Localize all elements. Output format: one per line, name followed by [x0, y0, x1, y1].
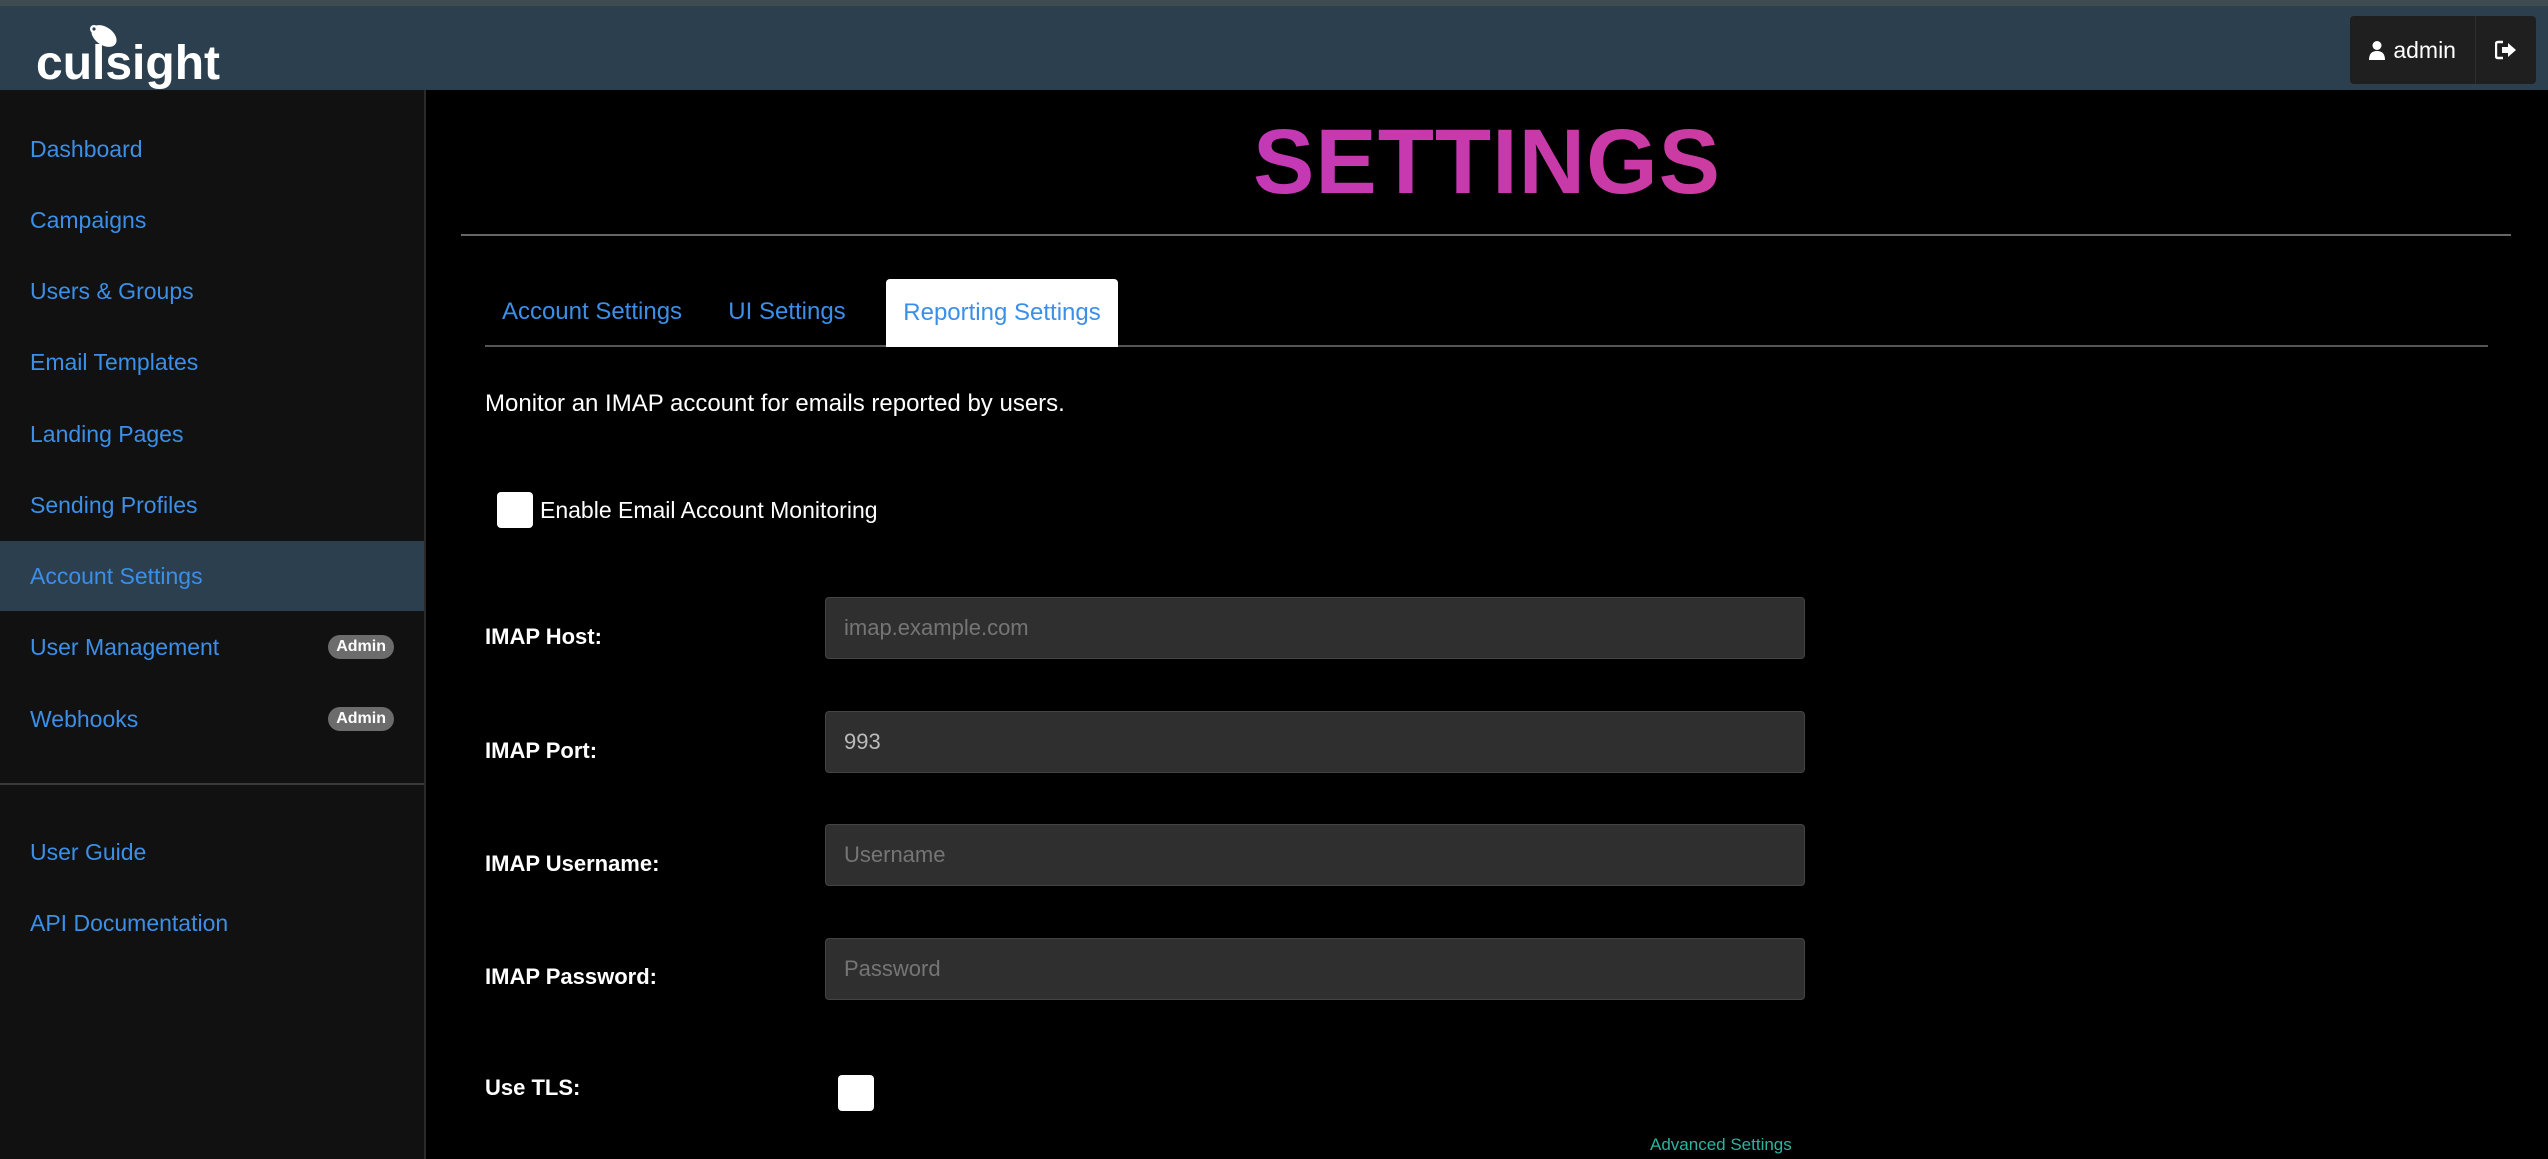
sidebar-item-label: Users & Groups: [30, 277, 194, 304]
sidebar: Dashboard Campaigns Users & Groups Email…: [0, 90, 426, 1159]
user-label: admin: [2393, 36, 2456, 63]
sidebar-item-api-documentation[interactable]: API Documentation: [0, 888, 424, 958]
imap-password-label: IMAP Password:: [485, 964, 657, 989]
user-menu: admin: [2350, 16, 2536, 84]
main-content: SETTINGS Account Settings UI Settings Re…: [426, 90, 2548, 1159]
page-title: SETTINGS: [426, 110, 2548, 215]
sidebar-item-sending-profiles[interactable]: Sending Profiles: [0, 470, 424, 540]
sidebar-item-label: User Management: [30, 633, 220, 660]
sidebar-item-label: Email Templates: [30, 348, 199, 375]
sidebar-item-label: User Guide: [30, 838, 147, 865]
advanced-settings-link[interactable]: Advanced Settings: [1650, 1135, 1792, 1155]
imap-host-label: IMAP Host:: [485, 624, 602, 649]
user-icon: [2369, 41, 2386, 60]
sidebar-item-label: Sending Profiles: [30, 491, 198, 518]
sign-out-icon: [2495, 40, 2517, 60]
sidebar-item-campaigns[interactable]: Campaigns: [0, 185, 424, 255]
sidebar-item-account-settings[interactable]: Account Settings: [0, 541, 424, 611]
sidebar-item-user-guide[interactable]: User Guide: [0, 817, 424, 887]
imap-host-input[interactable]: [825, 597, 1805, 659]
logo[interactable]: culsight: [36, 18, 220, 88]
sidebar-item-label: API Documentation: [30, 909, 229, 936]
sidebar-item-landing-pages[interactable]: Landing Pages: [0, 399, 424, 469]
logo-fish-icon: [90, 25, 117, 47]
sidebar-item-label: Webhooks: [30, 705, 139, 732]
tab-ui-settings[interactable]: UI Settings: [699, 279, 875, 345]
enable-monitoring-checkbox[interactable]: [497, 492, 533, 528]
sidebar-item-label: Account Settings: [30, 562, 203, 589]
user-button[interactable]: admin: [2350, 16, 2475, 84]
sidebar-item-label: Campaigns: [30, 206, 147, 233]
sidebar-item-dashboard[interactable]: Dashboard: [0, 114, 424, 184]
navbar: culsight admin: [0, 6, 2548, 90]
sidebar-item-user-management[interactable]: User Management Admin: [0, 612, 424, 682]
imap-port-input[interactable]: 993: [825, 711, 1805, 773]
imap-password-input[interactable]: [825, 938, 1805, 1000]
sidebar-item-users-groups[interactable]: Users & Groups: [0, 256, 424, 326]
settings-tabs: Account Settings UI Settings Reporting S…: [485, 279, 2488, 347]
sidebar-divider: [0, 783, 424, 785]
enable-monitoring-label: Enable Email Account Monitoring: [540, 497, 878, 523]
tab-reporting-settings[interactable]: Reporting Settings: [886, 279, 1118, 347]
use-tls-checkbox[interactable]: [838, 1075, 874, 1111]
imap-username-label: IMAP Username:: [485, 851, 660, 876]
sidebar-item-email-templates[interactable]: Email Templates: [0, 327, 424, 397]
sidebar-item-label: Dashboard: [30, 135, 143, 162]
logout-button[interactable]: [2475, 16, 2536, 84]
sidebar-item-label: Landing Pages: [30, 420, 184, 447]
imap-username-input[interactable]: [825, 824, 1805, 886]
imap-port-label: IMAP Port:: [485, 738, 598, 763]
use-tls-label: Use TLS:: [485, 1075, 581, 1100]
admin-badge: Admin: [328, 635, 394, 659]
title-divider: [461, 234, 2511, 236]
admin-badge: Admin: [328, 707, 394, 731]
section-description: Monitor an IMAP account for emails repor…: [485, 390, 1065, 417]
sidebar-item-webhooks[interactable]: Webhooks Admin: [0, 684, 424, 754]
tab-account-settings[interactable]: Account Settings: [485, 279, 699, 345]
